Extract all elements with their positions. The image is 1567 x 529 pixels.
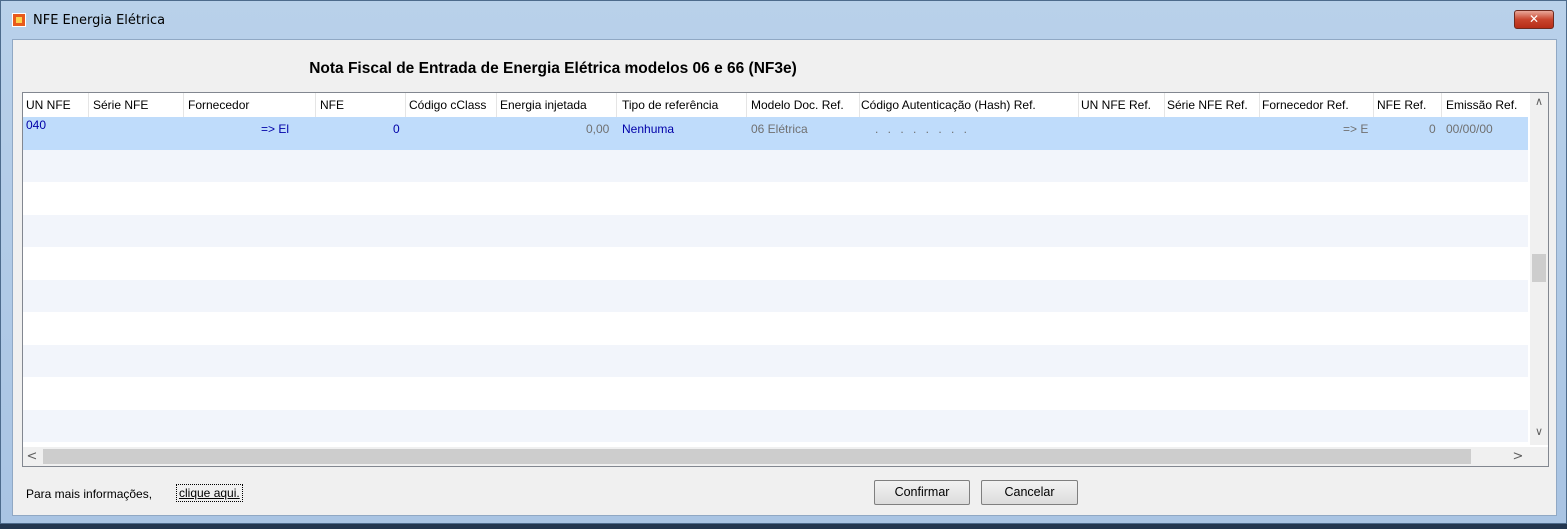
grid-rows: 040 => El 0 0,00 Nenhuma 06 Elétrica . .…: [23, 117, 1528, 442]
column-header-nfe-ref[interactable]: NFE Ref.: [1377, 98, 1426, 112]
column-header-hash-ref[interactable]: Código Autenticação (Hash) Ref.: [861, 98, 1036, 112]
column-divider[interactable]: [859, 93, 860, 117]
cell-emissao-ref[interactable]: 00/00/00: [1446, 122, 1493, 136]
table-row[interactable]: [23, 377, 1528, 410]
table-row[interactable]: [23, 149, 1528, 182]
column-divider[interactable]: [1373, 93, 1374, 117]
scroll-up-icon[interactable]: ∧: [1530, 93, 1548, 110]
cell-hash-ref[interactable]: . . . . . . . .: [875, 122, 970, 136]
column-header-un-nfe[interactable]: UN NFE: [26, 98, 71, 112]
cell-fornecedor-ref[interactable]: => E: [1343, 122, 1368, 136]
dialog-window: NFE Energia Elétrica ✕ Nota Fiscal de En…: [0, 0, 1567, 524]
column-header-serie-nfe-ref[interactable]: Série NFE Ref.: [1167, 98, 1248, 112]
table-row[interactable]: [23, 279, 1528, 312]
column-divider[interactable]: [88, 93, 89, 117]
table-row-selected[interactable]: 040 => El 0 0,00 Nenhuma 06 Elétrica . .…: [23, 117, 1528, 150]
column-header-modelo-doc-ref[interactable]: Modelo Doc. Ref.: [751, 98, 844, 112]
column-header-emissao-ref[interactable]: Emissão Ref.: [1446, 98, 1517, 112]
column-divider[interactable]: [1078, 93, 1079, 117]
cell-modelo-doc-ref[interactable]: 06 Elétrica: [751, 122, 808, 136]
column-header-nfe[interactable]: NFE: [320, 98, 344, 112]
column-divider[interactable]: [315, 93, 316, 117]
column-header-fornecedor-ref[interactable]: Fornecedor Ref.: [1262, 98, 1349, 112]
confirm-button[interactable]: Confirmar: [874, 480, 970, 505]
background-strip: [0, 524, 1567, 529]
page-title: Nota Fiscal de Entrada de Energia Elétri…: [309, 60, 797, 77]
cancel-button[interactable]: Cancelar: [981, 480, 1078, 505]
column-header-codigo-cclass[interactable]: Código cClass: [409, 98, 486, 112]
title-bar[interactable]: NFE Energia Elétrica ✕: [1, 1, 1566, 41]
table-row[interactable]: [23, 247, 1528, 280]
scroll-right-icon[interactable]: >: [1509, 447, 1527, 466]
vertical-scroll-thumb[interactable]: [1532, 254, 1546, 282]
cell-un-nfe[interactable]: 040: [26, 118, 46, 132]
column-divider[interactable]: [616, 93, 617, 117]
dialog-body: Nota Fiscal de Entrada de Energia Elétri…: [12, 39, 1557, 516]
close-button[interactable]: ✕: [1514, 10, 1554, 29]
table-row[interactable]: [23, 312, 1528, 345]
horizontal-scroll-thumb[interactable]: [43, 449, 1471, 464]
column-header-serie-nfe[interactable]: Série NFE: [93, 98, 148, 112]
cell-nfe-ref[interactable]: 0: [1429, 122, 1436, 136]
column-divider[interactable]: [746, 93, 747, 117]
scroll-left-icon[interactable]: <: [23, 447, 41, 466]
column-divider[interactable]: [183, 93, 184, 117]
column-divider[interactable]: [496, 93, 497, 117]
cell-fornecedor[interactable]: => El: [261, 122, 289, 136]
cell-tipo-referencia[interactable]: Nenhuma: [622, 122, 674, 136]
scroll-down-icon[interactable]: ∨: [1530, 423, 1548, 440]
info-link[interactable]: clique aqui.: [176, 484, 243, 502]
table-row[interactable]: [23, 344, 1528, 377]
column-header-un-nfe-ref[interactable]: UN NFE Ref.: [1081, 98, 1151, 112]
column-divider[interactable]: [405, 93, 406, 117]
column-divider[interactable]: [1441, 93, 1442, 117]
table-row[interactable]: [23, 182, 1528, 215]
table-row[interactable]: [23, 214, 1528, 247]
data-grid[interactable]: UN NFE Série NFE Fornecedor NFE Código c…: [22, 92, 1549, 467]
window-title: NFE Energia Elétrica: [33, 13, 166, 28]
column-header-tipo-referencia[interactable]: Tipo de referência: [622, 98, 718, 112]
vertical-scrollbar[interactable]: ∧ ∨: [1530, 93, 1548, 445]
column-divider[interactable]: [1259, 93, 1260, 117]
table-row[interactable]: [23, 409, 1528, 442]
info-text: Para mais informações,: [26, 487, 153, 501]
horizontal-scrollbar[interactable]: < >: [23, 447, 1548, 466]
column-header-energia-injetada[interactable]: Energia injetada: [500, 98, 587, 112]
column-header-fornecedor[interactable]: Fornecedor: [188, 98, 249, 112]
cell-energia-injetada[interactable]: 0,00: [586, 122, 609, 136]
app-icon: [12, 13, 26, 27]
grid-header: UN NFE Série NFE Fornecedor NFE Código c…: [23, 93, 1530, 117]
column-divider[interactable]: [1164, 93, 1165, 117]
cell-nfe[interactable]: 0: [393, 122, 400, 136]
